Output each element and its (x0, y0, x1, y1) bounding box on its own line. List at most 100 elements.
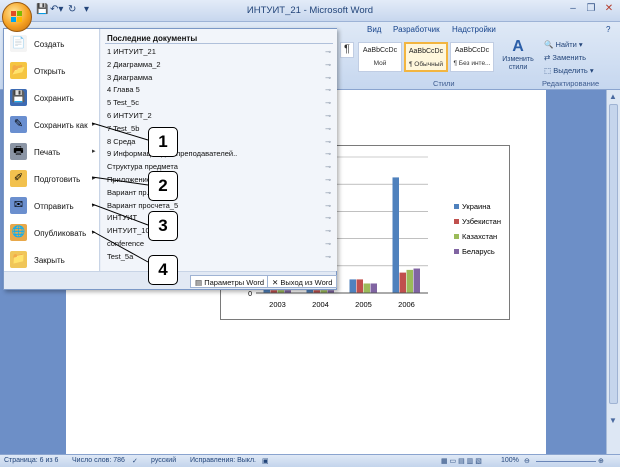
pin-icon[interactable]: ⊸ (325, 253, 331, 261)
callout-1: 1 (148, 127, 178, 157)
y-tick-label: 0 (248, 291, 252, 298)
status-bar: Страница: 6 из 6 Число слов: 786 ✓ русск… (0, 454, 620, 467)
recent-document-item[interactable]: ИНТУИТ ⊸ (107, 213, 333, 224)
recent-document-item[interactable]: ИНТУИТ_10 ⊸ (107, 226, 333, 237)
recent-document-label: conference (107, 239, 145, 248)
pin-icon[interactable]: ⊸ (325, 227, 331, 235)
pin-icon[interactable]: ⊸ (325, 112, 331, 120)
word-count[interactable]: Число слов: 786 (72, 457, 125, 464)
minimize-icon[interactable]: – (566, 3, 580, 17)
submenu-arrow-icon: ▸ (92, 202, 96, 209)
submenu-arrow-icon: ▸ (92, 175, 96, 182)
bar-2006-3 (413, 268, 420, 293)
recent-document-item[interactable]: 9 Информация для преподавателей..⊸ (107, 149, 333, 160)
menu-item-label: Отправить (34, 202, 74, 211)
save-icon: 💾 (10, 89, 27, 106)
menu-item-2[interactable]: 📂 Открыть (4, 58, 100, 84)
macro-icon[interactable]: ▣ (262, 457, 269, 465)
pin-icon[interactable]: ⊸ (325, 138, 331, 146)
recent-document-label: 7 Test_5b (107, 123, 140, 133)
tab-addins[interactable]: Надстройки (452, 25, 496, 34)
office-button[interactable] (2, 2, 32, 32)
zoom-out-icon[interactable]: ⊖ (524, 457, 530, 465)
recent-document-item[interactable]: 4 Глава 5 ⊸ (107, 85, 333, 96)
x-tick-label: 2006 (398, 300, 415, 309)
replace-button[interactable]: ⇄ Заменить (544, 53, 586, 62)
pin-icon[interactable]: ⊸ (325, 150, 331, 158)
pin-icon[interactable]: ⊸ (325, 240, 331, 248)
menu-item-1[interactable]: 📄 Создать (4, 31, 100, 57)
track-changes-status[interactable]: Исправления: Выкл. (190, 457, 256, 464)
spelling-icon[interactable]: ✓ (132, 457, 138, 465)
recent-document-label: 5 Test_5c (107, 98, 139, 108)
bar-2005-0 (349, 279, 356, 293)
word-options-button[interactable]: ▤ Параметры Word (190, 275, 270, 288)
pin-icon[interactable]: ⊸ (325, 99, 331, 107)
pin-icon[interactable]: ⊸ (325, 202, 331, 210)
change-styles-button[interactable]: A Изменить стили (498, 38, 538, 78)
recent-document-item[interactable]: Вариант пр. 3 ⊸ (107, 188, 333, 199)
paragraph-marks-icon[interactable]: ¶ (340, 42, 354, 58)
scroll-down-icon[interactable]: ▼ (609, 416, 617, 425)
recent-document-item[interactable]: 6 ИНТУИТ_2 ⊸ (107, 111, 333, 122)
recent-document-item[interactable]: 2 Диаграмма_2 ⊸ (107, 60, 333, 71)
menu-item-label: Печать (34, 148, 61, 157)
restore-icon[interactable]: ❐ (584, 3, 598, 17)
recent-document-item[interactable]: Приложение ⊸ (107, 175, 333, 186)
pin-icon[interactable]: ⊸ (325, 214, 331, 222)
pin-icon[interactable]: ⊸ (325, 48, 331, 56)
menu-item-label: Опубликовать (34, 229, 87, 238)
vertical-scrollbar[interactable]: ▲ ▼ (606, 90, 620, 454)
menu-item-4[interactable]: ✎ Сохранить как ▸ (4, 112, 100, 138)
recent-document-item[interactable]: Вариант просчета_5 ⊸ (107, 201, 333, 212)
exit-word-button[interactable]: ✕ Выход из Word (267, 275, 338, 288)
recent-document-item[interactable]: 3 Диаграмма ⊸ (107, 73, 333, 84)
menu-item-9[interactable]: 📁 Закрыть (4, 247, 100, 273)
recent-document-item[interactable]: Структура предмета ⊸ (107, 162, 333, 173)
callout-2: 2 (148, 171, 178, 201)
zoom-slider[interactable] (536, 461, 596, 462)
recent-document-item[interactable]: conference ⊸ (107, 239, 333, 250)
pin-icon[interactable]: ⊸ (325, 189, 331, 197)
zoom-level[interactable]: 100% (501, 457, 519, 464)
help-icon[interactable]: ? (606, 25, 610, 34)
open-folder-icon: 📂 (10, 62, 27, 79)
view-buttons-icon[interactable]: ▦ ▭ ▤ ▥ ▧ (441, 457, 482, 465)
menu-item-5[interactable]: 🖶 Печать ▸ (4, 139, 100, 165)
menu-item-6[interactable]: ✐ Подготовить ▸ (4, 166, 100, 192)
pin-icon[interactable]: ⊸ (325, 163, 331, 171)
menu-item-3[interactable]: 💾 Сохранить (4, 85, 100, 111)
tab-view[interactable]: Вид (367, 25, 381, 34)
recent-document-item[interactable]: 5 Test_5c ⊸ (107, 98, 333, 109)
zoom-in-icon[interactable]: ⊕ (598, 457, 604, 465)
menu-item-label: Сохранить как (34, 121, 88, 130)
scroll-up-icon[interactable]: ▲ (609, 92, 617, 101)
style-normal[interactable]: AaBbCcDc ¶ Обычный (404, 42, 448, 72)
pin-icon[interactable]: ⊸ (325, 86, 331, 94)
recent-document-item[interactable]: 8 Среда ⊸ (107, 137, 333, 148)
recent-document-item[interactable]: Test_5a ⊸ (107, 252, 333, 263)
style-moy[interactable]: AaBbCcDc Мой (358, 42, 402, 72)
recent-document-item[interactable]: 1 ИНТУИТ_21 ⊸ (107, 47, 333, 58)
x-tick-label: 2003 (269, 300, 286, 309)
recent-document-item[interactable]: 7 Test_5b ⊸ (107, 124, 333, 135)
find-button[interactable]: 🔍 Найти ▾ (544, 40, 583, 49)
pin-icon[interactable]: ⊸ (325, 176, 331, 184)
language-status[interactable]: русский (151, 457, 176, 464)
editing-group-label: Редактирование (542, 79, 600, 88)
select-button[interactable]: ⬚ Выделить ▾ (544, 66, 594, 75)
recent-document-label: 2 Диаграмма_2 (107, 59, 161, 69)
tab-developer[interactable]: Разработчик (393, 25, 440, 34)
scroll-thumb[interactable] (609, 104, 618, 404)
menu-item-7[interactable]: ✉ Отправить ▸ (4, 193, 100, 219)
pin-icon[interactable]: ⊸ (325, 61, 331, 69)
pin-icon[interactable]: ⊸ (325, 125, 331, 133)
menu-item-8[interactable]: 🌐 Опубликовать ▸ (4, 220, 100, 246)
close-folder-icon: 📁 (10, 251, 27, 268)
style-no-spacing[interactable]: AaBbCcDc ¶ Без инте... (450, 42, 494, 72)
close-icon[interactable]: ✕ (602, 3, 616, 17)
menu-item-label: Закрыть (34, 256, 65, 265)
page-status[interactable]: Страница: 6 из 6 (4, 457, 58, 464)
pin-icon[interactable]: ⊸ (325, 74, 331, 82)
recent-document-label: ИНТУИТ_10 (107, 226, 150, 236)
